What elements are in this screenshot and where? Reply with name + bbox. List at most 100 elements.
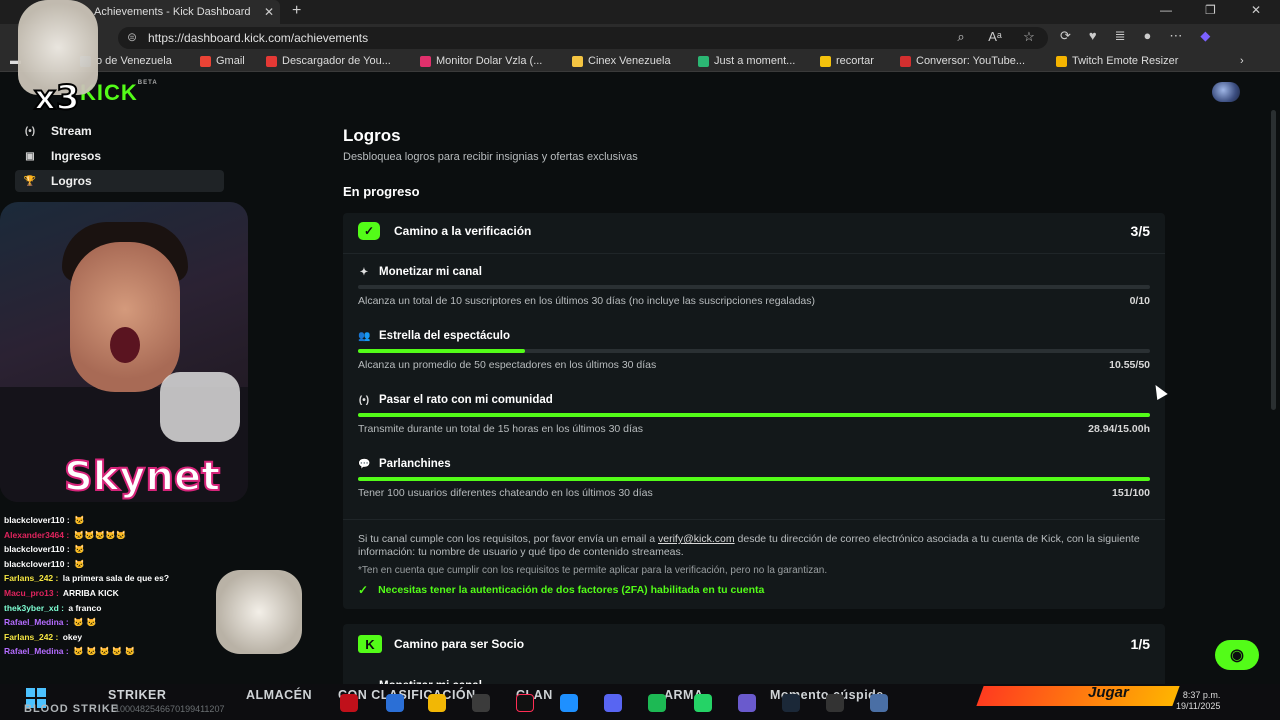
chat-text: 🐱 🐱 [70,617,97,628]
bookmarks-overflow-icon[interactable]: › [1240,55,1244,67]
edge-icon[interactable] [560,694,578,712]
game-menu-item[interactable]: ALMACÉN [246,688,312,702]
support-chat-button[interactable]: ◉ [1215,640,1259,670]
trophy-icon: 🏆 [23,175,37,187]
site-info-icon[interactable]: ⊜ [127,30,137,44]
scrollbar[interactable] [1271,110,1276,410]
play-button[interactable] [976,686,1180,706]
progress-fill [358,477,1150,481]
broadcast-icon: (•) [358,394,370,406]
whatsapp-icon[interactable] [694,694,712,712]
card-header[interactable]: K Camino para ser Socio 1/5 [358,634,1150,654]
requirement-text: Necesitas tener la autenticación de dos … [378,584,765,596]
chat-text: 🐱 [71,558,85,569]
sidebar-item-logros[interactable]: 🏆 Logros [15,170,224,192]
chat-username[interactable]: Farlans_242 : [4,632,58,642]
spotify-icon[interactable] [648,694,666,712]
browser-essentials-icon[interactable]: ♥ [1089,28,1097,44]
email-link[interactable]: verify@kick.com [658,533,735,545]
app-icon[interactable] [340,694,358,712]
tiktok-icon[interactable] [516,694,534,712]
progress-bar [358,477,1150,481]
chat-username[interactable]: blackclover110 : [4,559,70,569]
bookmark-item[interactable]: Descargador de You... [266,55,391,67]
steam-icon[interactable] [782,694,800,712]
browser-tab-bar: Achievements - Kick Dashboard ✕ + — ❐ ✕ [0,0,1280,24]
progress-fill [358,349,526,353]
divider [343,253,1165,254]
achievement-description: Alcanza un total de 10 suscriptores en l… [358,295,815,307]
file-explorer-icon[interactable] [428,694,446,712]
game-menu-item[interactable]: STRIKER [108,688,166,702]
chat-username[interactable]: Farlans_242 : [4,573,58,583]
chat-message: Rafael_Medina : 🐱 🐱 🐱 🐱 🐱 [4,644,224,659]
play-button-label[interactable]: Jugar [1088,684,1129,701]
card-count: 1/5 [1130,636,1150,652]
bookmark-item[interactable]: Monitor Dolar Vzla (... [420,55,542,67]
game-menu-item[interactable]: CON CLASIFICACIÓN [338,688,476,702]
sidebar-item-stream[interactable]: (•) Stream [15,120,224,142]
profile-icon[interactable]: ● [1144,28,1152,44]
taskbar: STRIKER ALMACÉN CON CLASIFICACIÓN CLAN A… [0,684,1280,720]
favorites-icon[interactable]: ≣ [1115,28,1126,44]
player-id: 1000482546670199411207 [115,704,225,714]
chat-username[interactable]: Alexander3464 : [4,530,69,540]
zoom-icon[interactable]: ⌕ [952,29,970,45]
chat-message: blackclover110 : 🐱 [4,513,224,528]
settings-icon[interactable] [870,694,888,712]
card-header[interactable]: ✓ Camino a la verificación 3/5 [358,221,1150,241]
bookmark-item[interactable]: recortar [820,55,874,67]
bookmark-item[interactable]: Cinex Venezuela [572,55,671,67]
bookmark-item[interactable]: Conversor: YouTube... [900,55,1025,67]
tab-close-icon[interactable]: ✕ [264,5,274,19]
bookmark-item[interactable]: Gmail [200,55,245,67]
tab-title: Achievements - Kick Dashboard [94,6,251,18]
income-icon: ▣ [25,150,35,162]
sidebar-item-ingresos[interactable]: ▣ Ingresos [15,145,224,167]
bookmark-item[interactable]: Just a moment... [698,55,795,67]
section-title: En progreso [343,184,420,199]
chat-username[interactable]: Macu_pro13 : [4,588,59,598]
restore-icon[interactable]: ❐ [1205,3,1216,17]
chat-username[interactable]: blackclover110 : [4,544,70,554]
new-tab-button[interactable]: + [292,2,301,20]
bookmark-item[interactable]: Twitch Emote Resizer [1056,55,1178,67]
progress-fill [358,413,1150,417]
url-input[interactable]: ⊜ https://dashboard.kick.com/achievement… [118,27,1048,49]
chat-message: blackclover110 : 🐱 [4,557,224,572]
achievement-value: 0/10 [1129,295,1150,307]
menu-icon[interactable]: ⋯ [1169,28,1182,44]
chat-message: Macu_pro13 : ARRIBA KICK [4,586,224,601]
achievement-title: Estrella del espectáculo [379,330,511,342]
chat-message: Farlans_242 : la primera sala de que es? [4,571,224,586]
achievement-description: Transmite durante un total de 15 horas e… [358,423,644,435]
system-clock[interactable]: 8:37 p.m. 19/11/2025 [1176,690,1220,712]
extensions-icon[interactable]: ⟳ [1060,28,1071,44]
copilot-icon[interactable]: ◆ [1200,28,1210,44]
chat-text: ARRIBA KICK [60,587,119,598]
check-icon: ✓ [358,583,369,597]
page-subtitle: Desbloquea logros para recibir insignias… [343,151,638,163]
read-aloud-icon[interactable]: Aᵃ [986,29,1004,45]
kick-k-icon: K [358,635,382,653]
achievement-description: Tener 100 usuarios diferentes chateando … [358,487,653,499]
close-window-icon[interactable]: ✕ [1251,3,1261,17]
minimize-icon[interactable]: — [1160,3,1172,17]
chat-username[interactable]: blackclover110 : [4,515,70,525]
discord-icon[interactable] [604,694,622,712]
broadcast-icon: (•) [24,125,36,137]
app-icon[interactable] [738,694,756,712]
chat-username[interactable]: Rafael_Medina : [4,646,69,656]
sparkle-icon: ✦ [359,266,369,278]
chat-username[interactable]: Rafael_Medina : [4,617,69,627]
app-icon[interactable] [826,694,844,712]
outlook-icon[interactable] [386,694,404,712]
chat-bubble-icon: 💬 [358,458,371,470]
favorite-star-icon[interactable]: ☆ [1020,29,1038,45]
chat-message: Rafael_Medina : 🐱 🐱 [4,615,224,630]
avatar[interactable] [1212,82,1240,102]
app-icon[interactable] [472,694,490,712]
chat-username[interactable]: thek3yber_xd : [4,603,64,613]
achievement-value: 151/100 [1112,487,1150,499]
multiplier-label: x3 [33,77,81,119]
